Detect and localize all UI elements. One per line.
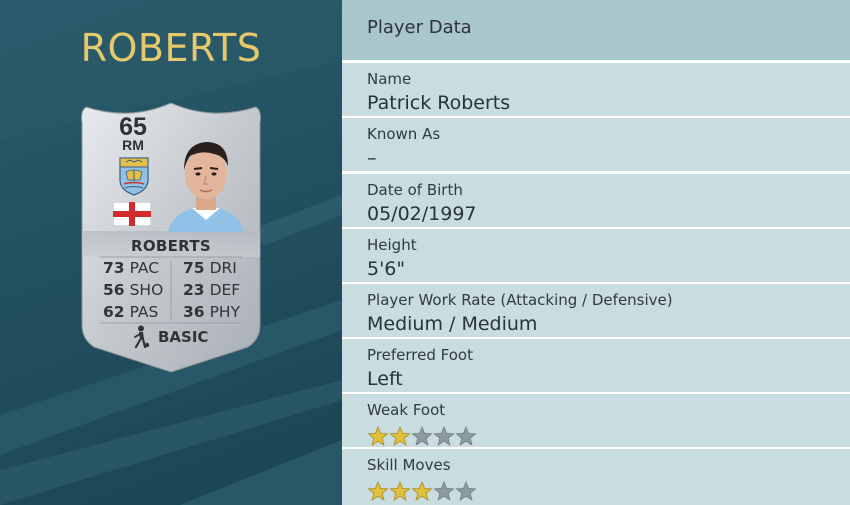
field-value: – — [367, 147, 377, 169]
card-type-row: BASIC — [130, 325, 208, 349]
field-row-known-as: Known As – — [342, 118, 850, 171]
weak-foot-stars — [367, 426, 477, 446]
stat-value: 23 — [183, 281, 205, 299]
stat-value: 36 — [183, 303, 205, 321]
star-filled-icon — [389, 481, 411, 501]
star-filled-icon — [389, 426, 411, 446]
star-empty-icon — [411, 426, 433, 446]
stat-value: 62 — [103, 303, 125, 321]
stat-sho: 56 SHO — [103, 281, 163, 299]
stat-value: 75 — [183, 259, 205, 277]
star-empty-icon — [433, 481, 455, 501]
player-photo — [168, 142, 244, 232]
field-row-name: Name Patrick Roberts — [342, 63, 850, 116]
field-row-date-of-birth: Date of Birth 05/02/1997 — [342, 174, 850, 227]
player-name-heading: ROBERTS — [80, 26, 262, 70]
field-value: Left — [367, 368, 403, 390]
field-row-height: Height 5'6" — [342, 229, 850, 282]
left-panel: ROBERTS 65 RM ROBERTS 73 PAC 56 SHO 62 P… — [0, 0, 342, 505]
card-position: RM — [122, 137, 144, 153]
stat-pas: 62 PAS — [103, 303, 158, 321]
field-label: Preferred Foot — [367, 346, 473, 364]
field-label: Player Work Rate (Attacking / Defensive) — [367, 291, 673, 309]
stat-label: PHY — [209, 303, 241, 321]
player-card[interactable]: 65 RM ROBERTS 73 PAC 56 SHO 62 PAS 75 DR… — [80, 103, 262, 373]
stat-label: PAS — [129, 303, 159, 321]
card-type-label: BASIC — [158, 328, 209, 346]
field-label: Date of Birth — [367, 181, 463, 199]
stat-label: DRI — [209, 259, 237, 277]
player-data-panel: Player Data Name Patrick Roberts Known A… — [342, 0, 850, 505]
star-filled-icon — [367, 426, 389, 446]
star-empty-icon — [455, 481, 477, 501]
england-flag-icon — [113, 202, 151, 226]
field-value: 5'6" — [367, 258, 406, 280]
star-empty-icon — [433, 426, 455, 446]
star-filled-icon — [411, 481, 433, 501]
field-label: Known As — [367, 125, 441, 143]
stat-label: SHO — [129, 281, 164, 299]
stat-label: PAC — [129, 259, 160, 277]
star-empty-icon — [455, 426, 477, 446]
stat-dri: 75 DRI — [183, 259, 237, 277]
field-value: Medium / Medium — [367, 313, 538, 335]
card-player-name: ROBERTS — [131, 237, 211, 255]
panel-title: Player Data — [367, 17, 472, 38]
field-value: 05/02/1997 — [367, 203, 477, 225]
stat-value: 56 — [103, 281, 125, 299]
field-value: Patrick Roberts — [367, 92, 511, 114]
star-filled-icon — [367, 481, 389, 501]
field-label: Skill Moves — [367, 456, 451, 474]
stat-phy: 36 PHY — [183, 303, 240, 321]
skill-moves-stars — [367, 481, 477, 501]
field-row-weak-foot: Weak Foot — [342, 394, 850, 447]
field-label: Height — [367, 236, 417, 254]
field-row-skill-moves: Skill Moves — [342, 449, 850, 505]
stat-label: DEF — [209, 281, 241, 299]
stat-pac: 73 PAC — [103, 259, 159, 277]
field-label: Weak Foot — [367, 401, 446, 419]
field-row-work-rate: Player Work Rate (Attacking / Defensive)… — [342, 284, 850, 337]
field-label: Name — [367, 70, 412, 88]
panel-header: Player Data — [342, 0, 850, 60]
stat-def: 23 DEF — [183, 281, 240, 299]
player-kicking-icon — [134, 325, 150, 349]
stat-value: 73 — [103, 259, 125, 277]
field-row-preferred-foot: Preferred Foot Left — [342, 339, 850, 392]
club-badge-icon — [119, 157, 149, 196]
